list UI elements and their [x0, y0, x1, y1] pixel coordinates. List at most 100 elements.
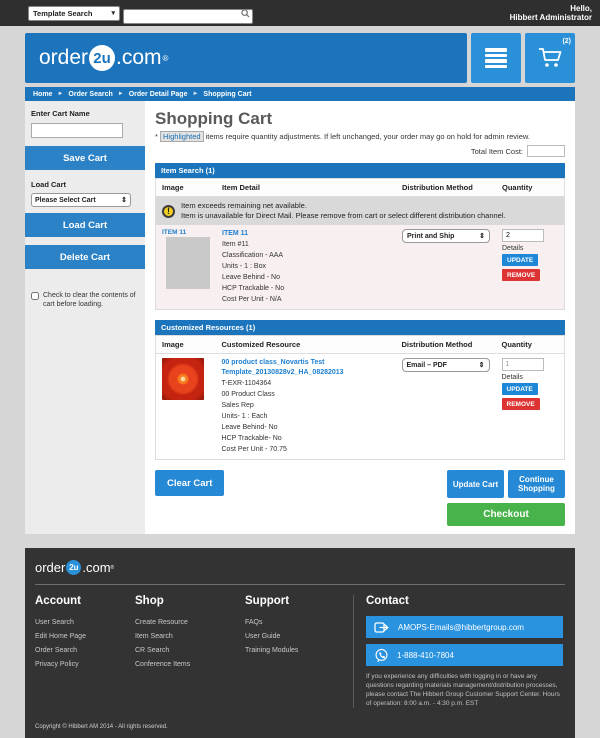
- item-search-header-row: Image Item Detail Distribution Method Qu…: [156, 179, 565, 197]
- top-search: [123, 6, 253, 21]
- resource-update-button[interactable]: UPDATE: [502, 383, 538, 395]
- resource-detail-line: T-EXR-1104364: [222, 378, 390, 389]
- logo-circle: 2u: [89, 45, 115, 71]
- continue-shopping-button[interactable]: Continue Shopping: [508, 470, 565, 498]
- footer-logo-circle: 2u: [66, 560, 81, 575]
- item-detail-line: Classification - AAA: [222, 250, 390, 261]
- total-cost-label: Total Item Cost:: [471, 147, 523, 156]
- footer-support-heading: Support: [245, 595, 353, 607]
- template-search-select-value: Template Search: [33, 9, 92, 18]
- footer-copyright: Copyright © Hibbert AM 2014 - All rights…: [35, 724, 565, 730]
- footer-support-column: Support FAQs User Guide Training Modules: [245, 595, 353, 708]
- footer-link-faqs[interactable]: FAQs: [245, 616, 353, 630]
- footer-link-cr-search[interactable]: CR Search: [135, 644, 245, 658]
- resource-distribution-select[interactable]: Email – PDF ⇕: [402, 358, 490, 372]
- template-search-select[interactable]: Template Search ▾: [28, 6, 120, 21]
- user-greeting: Hello, Hibbert Administrator: [510, 4, 592, 22]
- footer-link-training-modules[interactable]: Training Modules: [245, 644, 353, 658]
- footer-account-column: Account User Search Edit Home Page Order…: [35, 595, 135, 708]
- item-details-link[interactable]: Details: [502, 245, 558, 252]
- breadcrumb-home[interactable]: Home: [33, 91, 52, 98]
- item-quantity-cell: Details UPDATE REMOVE: [496, 225, 565, 310]
- item-search-section-header: Item Search (1): [155, 163, 565, 178]
- resource-row: 00 product class_Novartis Test Template_…: [156, 354, 565, 460]
- checkout-button[interactable]: Checkout: [447, 503, 565, 526]
- logo-pre: order: [39, 46, 88, 70]
- item-detail-line: Units - 1 : Box: [222, 261, 390, 272]
- breadcrumb-shopping-cart[interactable]: Shopping Cart: [203, 91, 251, 98]
- footer-link-item-search[interactable]: Item Search: [135, 630, 245, 644]
- customized-resources-section-header: Customized Resources (1): [155, 320, 565, 335]
- search-icon[interactable]: [241, 9, 250, 18]
- resource-quantity-cell: Details UPDATE REMOVE: [496, 354, 565, 460]
- clear-cart-button[interactable]: Clear Cart: [155, 470, 224, 496]
- resource-detail-line: Cost Per Unit - 70.75: [222, 444, 390, 455]
- item-search-table: Image Item Detail Distribution Method Qu…: [155, 178, 565, 310]
- load-cart-button[interactable]: Load Cart: [25, 213, 145, 237]
- item-distribution-select[interactable]: Print and Ship ⇕: [402, 229, 490, 243]
- item-update-button[interactable]: UPDATE: [502, 254, 538, 266]
- col-customized-resource: Customized Resource: [216, 336, 396, 354]
- resource-remove-button[interactable]: REMOVE: [502, 398, 540, 410]
- footer-shop-column: Shop Create Resource Item Search CR Sear…: [135, 595, 245, 708]
- resource-image-cell: [156, 354, 216, 460]
- resource-name-link[interactable]: 00 product class_Novartis Test Template_…: [222, 358, 390, 378]
- footer-account-heading: Account: [35, 595, 135, 607]
- breadcrumb-order-search[interactable]: Order Search: [68, 91, 112, 98]
- footer-contact-column: Contact AMOPS-Emails@hibbertgroup.com 1-…: [366, 595, 565, 708]
- footer-support-text: If you experience any difficulties with …: [366, 672, 563, 708]
- resource-detail-line: 00 Product Class: [222, 389, 390, 400]
- delete-cart-button[interactable]: Delete Cart: [25, 245, 145, 269]
- email-forward-icon: [374, 621, 390, 634]
- contact-email-button[interactable]: AMOPS-Emails@hibbertgroup.com: [366, 616, 563, 638]
- item-detail-line: Cost Per Unit - N/A: [222, 294, 390, 305]
- item-quantity-input[interactable]: [502, 229, 544, 242]
- warning-row: ! Item exceeds remaining net available. …: [156, 197, 565, 226]
- top-search-input[interactable]: [123, 9, 253, 24]
- update-cart-button[interactable]: Update Cart: [447, 470, 504, 498]
- contact-phone-button[interactable]: 1-888-410-7804: [366, 644, 563, 666]
- resource-quantity-input[interactable]: [502, 358, 544, 371]
- breadcrumb: Home ► Order Search ► Order Detail Page …: [25, 87, 575, 101]
- greeting-username: Hibbert Administrator: [510, 13, 592, 22]
- cart-sidebar: Enter Cart Name Save Cart Load Cart Plea…: [25, 101, 145, 534]
- footer-link-privacy-policy[interactable]: Privacy Policy: [35, 658, 135, 672]
- logo-block[interactable]: order 2u .com ®: [25, 33, 467, 83]
- save-cart-button[interactable]: Save Cart: [25, 146, 145, 170]
- warning-icon: !: [162, 205, 175, 218]
- footer-link-create-resource[interactable]: Create Resource: [135, 616, 245, 630]
- breadcrumb-order-detail[interactable]: Order Detail Page: [129, 91, 188, 98]
- col-distribution: Distribution Method: [396, 336, 496, 354]
- resource-details-link[interactable]: Details: [502, 374, 559, 381]
- logo-reg: ®: [163, 54, 169, 63]
- col-quantity: Quantity: [496, 336, 565, 354]
- item-name-link[interactable]: ITEM 11: [222, 229, 390, 239]
- resource-detail-cell: 00 product class_Novartis Test Template_…: [216, 354, 396, 460]
- footer-link-conference-items[interactable]: Conference Items: [135, 658, 245, 672]
- item-detail-cell: ITEM 11 Item #11 Classification - AAA Un…: [216, 225, 396, 310]
- footer-link-user-search[interactable]: User Search: [35, 616, 135, 630]
- item-remove-button[interactable]: REMOVE: [502, 269, 540, 281]
- phone-icon: [374, 648, 389, 663]
- load-cart-label: Load Cart: [25, 178, 145, 191]
- total-cost-input[interactable]: [527, 145, 565, 157]
- footer-link-user-guide[interactable]: User Guide: [245, 630, 353, 644]
- clear-cart-checkbox[interactable]: [31, 292, 39, 300]
- col-distribution: Distribution Method: [396, 179, 496, 197]
- order2u-logo: order 2u .com ®: [39, 45, 168, 71]
- breadcrumb-arrow-icon: ►: [118, 91, 124, 97]
- menu-button[interactable]: [471, 33, 521, 83]
- cart-name-input[interactable]: [31, 123, 123, 138]
- footer-link-edit-home-page[interactable]: Edit Home Page: [35, 630, 135, 644]
- resource-detail-line: HCP Trackable- No: [222, 433, 390, 444]
- item-row: ITEM 11 ITEM 11 Item #11 Classification …: [156, 225, 565, 310]
- footer-link-order-search[interactable]: Order Search: [35, 644, 135, 658]
- item-image-placeholder[interactable]: [166, 237, 210, 289]
- footer-vertical-divider: [353, 595, 354, 708]
- breadcrumb-arrow-icon: ►: [57, 91, 63, 97]
- footer-shop-heading: Shop: [135, 595, 245, 607]
- cart-button[interactable]: (2): [525, 33, 575, 83]
- note-text: items require quantity adjustments. If l…: [206, 132, 530, 141]
- load-cart-select[interactable]: Please Select Cart ⇕: [31, 193, 131, 207]
- resource-thumbnail-image[interactable]: [162, 358, 204, 400]
